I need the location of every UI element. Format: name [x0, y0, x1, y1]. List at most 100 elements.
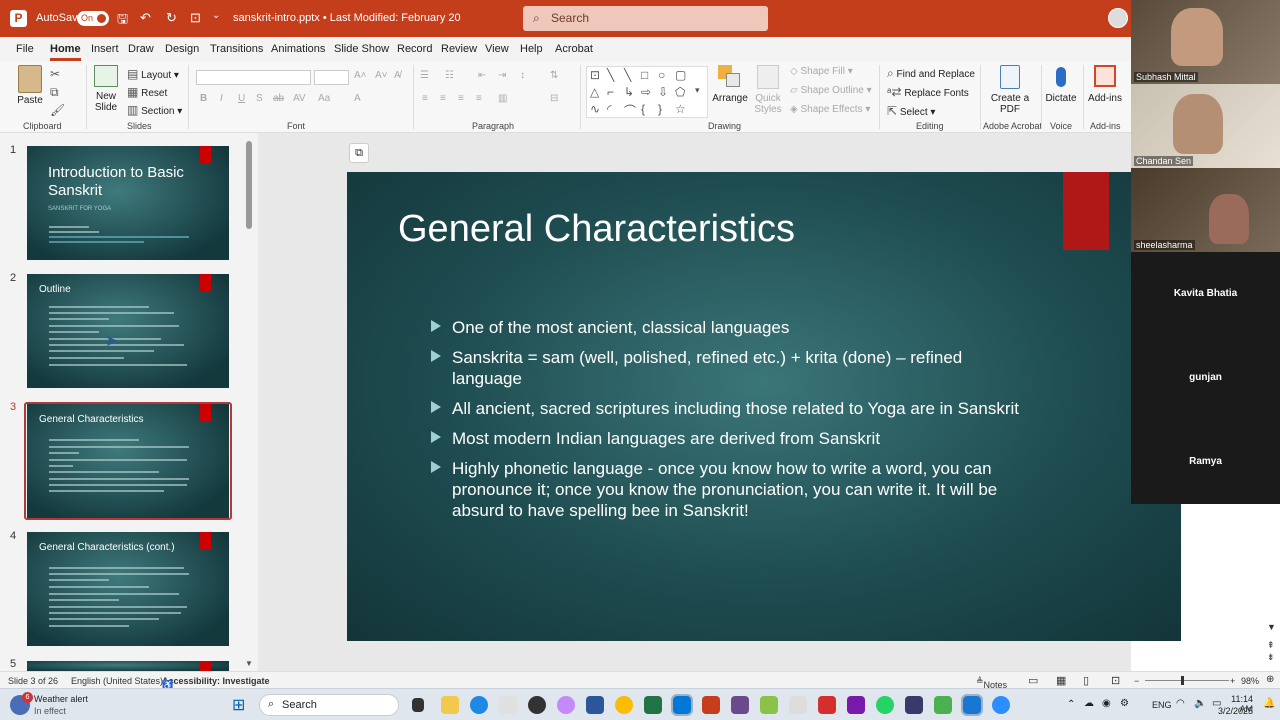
undo-icon[interactable]: ↶: [140, 10, 151, 26]
language-indicator[interactable]: English (United States): [71, 676, 163, 686]
left-brace-icon[interactable]: {: [641, 102, 645, 116]
weather-title[interactable]: Weather alert: [34, 694, 88, 704]
align-center-icon[interactable]: ≡: [440, 93, 446, 104]
new-slide-button[interactable]: New Slide: [92, 65, 120, 113]
right-arrow-shape-icon[interactable]: ⇨: [641, 85, 651, 99]
participant-tile[interactable]: sheelasharma: [1131, 168, 1280, 252]
excel-icon[interactable]: [644, 696, 662, 714]
file-explorer-icon[interactable]: [441, 696, 459, 714]
notifications-icon[interactable]: 🔔: [1263, 698, 1275, 709]
select-button[interactable]: ⇱ Select ▾: [887, 104, 935, 118]
participant-tile[interactable]: Subhash Mittal: [1131, 0, 1280, 84]
numbering-icon[interactable]: ☷: [445, 70, 454, 81]
curved-connector-icon[interactable]: ⌒: [624, 102, 636, 119]
shadow-icon[interactable]: S: [256, 93, 263, 104]
down-arrow-shape-icon[interactable]: ⇩: [658, 85, 668, 99]
cut-icon[interactable]: ✂: [50, 67, 60, 81]
copy-icon[interactable]: ⧉: [50, 85, 59, 100]
align-left-icon[interactable]: ≡: [422, 93, 428, 104]
zoom-slider-thumb[interactable]: [1181, 676, 1184, 685]
participant-tile[interactable]: Kavita Bhatia: [1131, 252, 1280, 336]
tab-acrobat[interactable]: Acrobat: [555, 43, 593, 55]
tab-insert[interactable]: Insert: [91, 43, 119, 55]
tab-draw[interactable]: Draw: [128, 43, 154, 55]
shapes-gallery[interactable]: ⊡ ╲ ╲ □ ○ ▢ △ ⌐ ↳ ⇨ ⇩ ⬠ ∿ ◜ ⌒ { } ☆ ▾: [586, 66, 708, 118]
zoom-out-icon[interactable]: −: [1134, 676, 1139, 686]
align-text-icon[interactable]: ⊟: [550, 93, 558, 104]
slide-thumbnail-4[interactable]: General Characteristics (cont.): [27, 532, 229, 646]
notes-button[interactable]: ≜ Notes: [976, 676, 1007, 690]
shape-fill-button[interactable]: ◇ Shape Fill ▾: [790, 66, 853, 77]
normal-view-icon[interactable]: ▭: [1028, 674, 1038, 687]
text-direction-icon[interactable]: ⇅: [550, 70, 558, 81]
tab-review[interactable]: Review: [441, 43, 477, 55]
language-indicator[interactable]: ENG: [1152, 700, 1172, 710]
zoom-icon[interactable]: [992, 696, 1010, 714]
slide-bullet-list[interactable]: One of the most ancient, classical langu…: [431, 317, 1021, 530]
outlook-icon[interactable]: [671, 694, 693, 716]
customize-toolbar-icon[interactable]: ⌄: [212, 10, 220, 21]
tab-view[interactable]: View: [485, 43, 509, 55]
right-brace-icon[interactable]: }: [658, 102, 662, 116]
bullets-icon[interactable]: ☰: [420, 70, 429, 81]
tab-slide-show[interactable]: Slide Show: [334, 43, 389, 55]
font-size-dropdown[interactable]: [314, 70, 349, 85]
slide-title[interactable]: General Characteristics: [398, 208, 795, 251]
tab-help[interactable]: Help: [520, 43, 543, 55]
shape-outline-button[interactable]: ▱ Shape Outline ▾: [790, 85, 872, 96]
arc-shape-icon[interactable]: ◜: [607, 102, 612, 116]
char-spacing-icon[interactable]: AV: [293, 93, 306, 104]
shrink-font-icon[interactable]: A˅: [375, 70, 388, 81]
onenote-icon[interactable]: [847, 696, 865, 714]
tab-file[interactable]: File: [16, 43, 34, 55]
photos-icon[interactable]: [789, 696, 807, 714]
font-family-dropdown[interactable]: [196, 70, 311, 85]
participant-tile[interactable]: gunjan: [1131, 336, 1280, 420]
rounded-rect-shape-icon[interactable]: ▢: [675, 68, 686, 82]
bold-icon[interactable]: B: [200, 93, 207, 104]
decrease-indent-icon[interactable]: ⇤: [478, 70, 486, 81]
create-pdf-button[interactable]: Create a PDF: [990, 65, 1030, 115]
slideshow-view-icon[interactable]: ⊡: [1111, 674, 1120, 687]
line-shape-icon[interactable]: ╲: [624, 68, 631, 82]
font-color-icon[interactable]: A: [354, 93, 361, 104]
elbow-arrow-icon[interactable]: ↳: [624, 85, 634, 99]
clear-formatting-icon[interactable]: A̸: [394, 70, 401, 81]
justify-icon[interactable]: ≡: [476, 93, 482, 104]
tab-design[interactable]: Design: [165, 43, 199, 55]
designer-icon[interactable]: ⧉: [349, 143, 369, 163]
tab-home[interactable]: Home: [50, 43, 81, 61]
tab-animations[interactable]: Animations: [271, 43, 325, 55]
powerpoint-icon[interactable]: [702, 696, 720, 714]
skype-icon[interactable]: [961, 694, 983, 716]
reading-view-icon[interactable]: ▯: [1083, 674, 1089, 687]
search-input[interactable]: ⌕ Search: [523, 6, 768, 31]
slide-thumbnail-2[interactable]: Outline: [27, 274, 229, 388]
chevron-up-icon[interactable]: ⌃: [1067, 699, 1075, 710]
snipping-icon[interactable]: [731, 696, 749, 714]
redo-icon[interactable]: ↻: [166, 10, 177, 26]
zoom-slider[interactable]: [1145, 680, 1229, 681]
store-icon[interactable]: [499, 696, 517, 714]
page-up-icon[interactable]: ⇞: [1267, 640, 1275, 651]
columns-icon[interactable]: ▥: [498, 93, 507, 104]
scroll-down-icon[interactable]: ▼: [1267, 622, 1276, 632]
autosave-toggle[interactable]: On: [77, 11, 109, 26]
find-replace-button[interactable]: ⌕ Find and Replace: [887, 66, 975, 81]
rectangle-shape-icon[interactable]: □: [641, 68, 648, 82]
elbow-connector-icon[interactable]: ⌐: [607, 85, 614, 99]
shape-effects-button[interactable]: ◈ Shape Effects ▾: [790, 104, 870, 115]
arrange-button[interactable]: Arrange: [712, 65, 748, 104]
app-icon[interactable]: [934, 696, 952, 714]
whatsapp-icon[interactable]: [876, 696, 894, 714]
slide-thumbnail-1[interactable]: Introduction to Basic Sanskrit SANSKRIT …: [27, 146, 229, 260]
slide-thumbnail-5[interactable]: [27, 661, 229, 671]
start-icon[interactable]: ⊞: [232, 695, 245, 715]
oval-shape-icon[interactable]: ○: [658, 68, 665, 82]
word-icon[interactable]: [586, 696, 604, 714]
chrome-icon[interactable]: [615, 696, 633, 714]
zoom-in-icon[interactable]: +: [1230, 676, 1235, 686]
scroll-down-icon[interactable]: ▼: [245, 659, 253, 668]
quick-styles-button[interactable]: Quick Styles: [752, 65, 784, 115]
line-spacing-icon[interactable]: ↕: [520, 70, 525, 81]
